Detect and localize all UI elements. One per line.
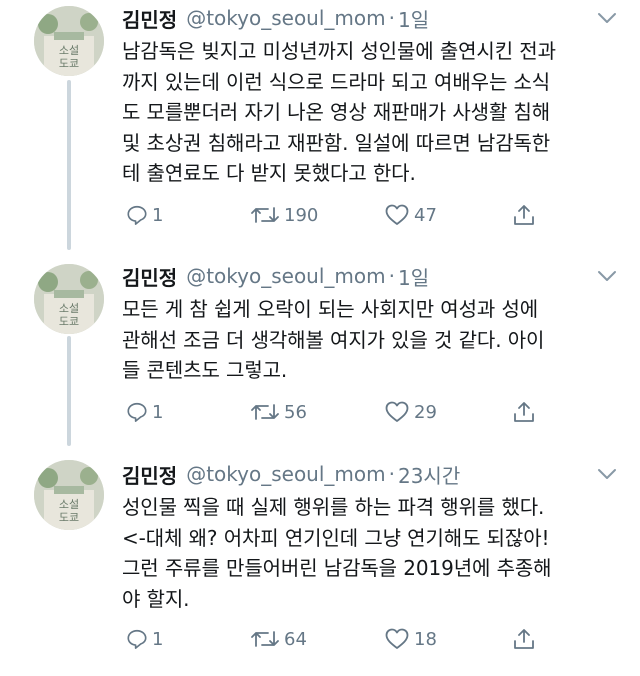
like-button[interactable]: 29: [384, 397, 437, 427]
svg-text:소설: 소설: [59, 498, 79, 511]
tweet-text: 모든 게 참 쉽게 오락이 되는 사회지만 여성과 성에 관해선 조금 더 생각…: [122, 297, 545, 382]
retweet-icon: [251, 404, 279, 420]
tweet[interactable]: 소설 도쿄 김민정 @tokyo_seoul_mom · 1일 모든 게 참 쉽…: [0, 258, 640, 438]
avatar[interactable]: 소설 도쿄: [34, 6, 104, 76]
author-handle[interactable]: @tokyo_seoul_mom: [186, 6, 385, 30]
reply-button[interactable]: 1: [126, 397, 163, 427]
svg-text:도쿄: 도쿄: [59, 511, 79, 524]
share-icon: [514, 402, 534, 422]
like-count: 29: [414, 401, 437, 423]
tweet[interactable]: 소설 도쿄 김민정 @tokyo_seoul_mom · 1일 남감독은 빚지고…: [0, 0, 640, 250]
tweet-header: 김민정 @tokyo_seoul_mom · 23시간: [122, 456, 460, 492]
share-icon: [514, 629, 534, 649]
heart-icon: [385, 401, 409, 422]
share-button[interactable]: [512, 200, 536, 230]
action-bar: 1 56 29: [122, 397, 622, 427]
separator: ·: [388, 264, 395, 288]
like-count: 18: [414, 628, 437, 650]
svg-text:도쿄: 도쿄: [59, 57, 79, 70]
author-name[interactable]: 김민정: [122, 4, 177, 33]
action-bar: 1 64 18: [122, 624, 622, 654]
retweet-button[interactable]: 190: [250, 200, 318, 230]
chevron-down-icon[interactable]: [596, 10, 618, 26]
reply-icon: [127, 205, 147, 225]
reply-count: 1: [152, 204, 164, 226]
reply-icon: [127, 629, 147, 649]
separator: ·: [388, 6, 395, 30]
reply-button[interactable]: 1: [126, 624, 163, 654]
share-icon: [514, 205, 534, 225]
retweet-icon: [251, 631, 279, 647]
reply-count: 1: [152, 401, 164, 423]
chevron-down-icon[interactable]: [596, 268, 618, 284]
avatar[interactable]: 소설 도쿄: [34, 264, 104, 334]
heart-icon: [385, 204, 409, 225]
reply-icon: [127, 402, 147, 422]
chevron-down-icon[interactable]: [596, 466, 618, 482]
timestamp[interactable]: 1일: [398, 4, 429, 33]
tweet-header: 김민정 @tokyo_seoul_mom · 1일: [122, 258, 429, 294]
heart-icon: [385, 628, 409, 649]
like-button[interactable]: 47: [384, 200, 437, 230]
retweet-icon: [251, 207, 279, 223]
tweet[interactable]: 소설 도쿄 김민정 @tokyo_seoul_mom · 23시간 성인물 찍을…: [0, 456, 640, 676]
svg-text:소설: 소설: [59, 302, 79, 315]
svg-text:소설: 소설: [59, 44, 79, 57]
reply-count: 1: [152, 628, 164, 650]
tweet-header: 김민정 @tokyo_seoul_mom · 1일: [122, 0, 429, 36]
share-button[interactable]: [512, 624, 536, 654]
avatar[interactable]: 소설 도쿄: [34, 460, 104, 530]
retweet-button[interactable]: 64: [250, 624, 307, 654]
retweet-button[interactable]: 56: [250, 397, 307, 427]
author-handle[interactable]: @tokyo_seoul_mom: [186, 462, 385, 486]
svg-text:도쿄: 도쿄: [59, 315, 79, 328]
reply-button[interactable]: 1: [126, 200, 163, 230]
share-button[interactable]: [512, 397, 536, 427]
tweet-text: 남감독은 빚지고 미성년까지 성인물에 출연시킨 전과 까지 있는데 이런 식으…: [122, 39, 556, 185]
timestamp[interactable]: 23시간: [398, 460, 460, 489]
tweet-text: 성인물 찍을 때 실제 행위를 하는 파격 행위를 했다. <-대체 왜? 어차…: [122, 495, 552, 611]
action-bar: 1 190 47: [122, 200, 622, 230]
author-name[interactable]: 김민정: [122, 460, 177, 489]
author-name[interactable]: 김민정: [122, 262, 177, 291]
retweet-count: 64: [284, 628, 307, 650]
retweet-count: 190: [284, 204, 319, 226]
timestamp[interactable]: 1일: [398, 262, 429, 291]
retweet-count: 56: [284, 401, 307, 423]
author-handle[interactable]: @tokyo_seoul_mom: [186, 264, 385, 288]
like-button[interactable]: 18: [384, 624, 437, 654]
separator: ·: [388, 462, 395, 486]
like-count: 47: [414, 204, 437, 226]
